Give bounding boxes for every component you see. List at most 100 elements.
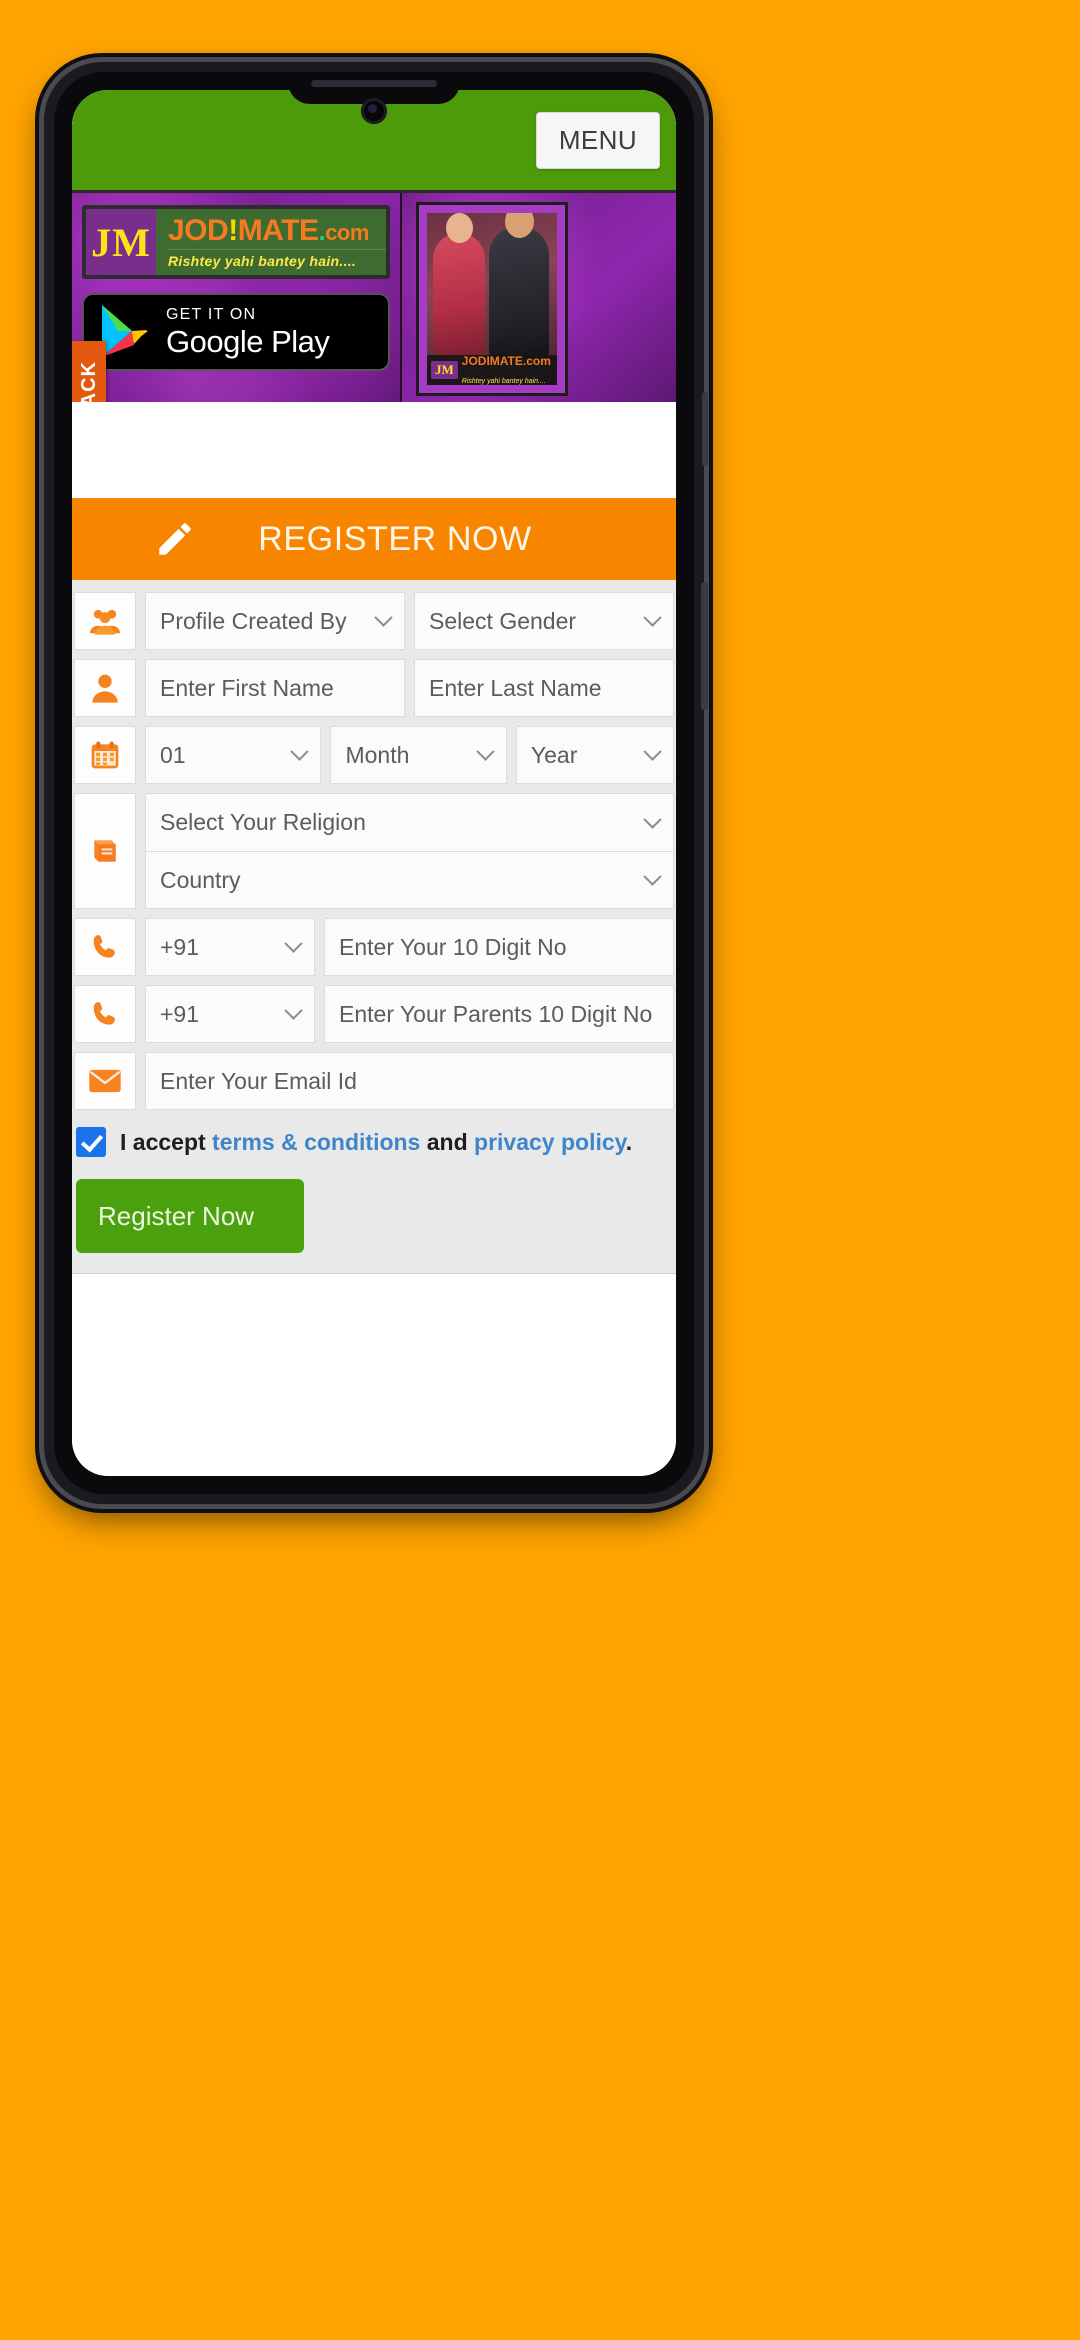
profile-created-by-value: Profile Created By <box>160 607 347 634</box>
chevron-down-icon <box>643 608 662 627</box>
calendar-icon <box>74 726 136 784</box>
phone-icon <box>74 985 136 1043</box>
form-row-parent-phone: +91 Enter Your Parents 10 Digit No <box>72 985 676 1052</box>
power-button[interactable] <box>701 582 708 710</box>
person-icon <box>74 659 136 717</box>
book-icon <box>74 793 136 909</box>
form-row-phone: +91 Enter Your 10 Digit No <box>72 918 676 985</box>
content-spacer <box>72 402 676 498</box>
bride-figure <box>433 213 485 355</box>
terms-conjunction: and <box>426 1128 468 1155</box>
logo-wordmark: JOD!MATE.com <box>168 213 386 247</box>
front-camera <box>361 98 387 124</box>
form-row-name: Enter First Name Enter Last Name <box>72 659 676 726</box>
feedback-tab-label: FEEDBACK <box>78 361 101 402</box>
google-play-bottom-line: Google Play <box>166 324 330 359</box>
privacy-policy-link[interactable]: privacy policy <box>474 1129 626 1155</box>
chevron-down-icon <box>290 742 310 761</box>
logo-tagline: Rishtey yahi bantey hain.... <box>168 248 386 269</box>
terms-conditions-link[interactable]: terms & conditions <box>212 1129 420 1155</box>
dob-day-select[interactable]: 01 <box>145 726 322 784</box>
terms-suffix: . <box>625 1128 633 1155</box>
phone-country-code-select[interactable]: +91 <box>145 918 315 976</box>
chevron-down-icon <box>374 608 393 627</box>
logo-name-bang: ! <box>228 213 238 247</box>
earpiece-speaker <box>311 80 437 87</box>
parent-phone-country-code-value: +91 <box>160 1000 200 1027</box>
chevron-down-icon <box>643 867 662 886</box>
feedback-tab[interactable]: FEEDBACK <box>72 341 106 402</box>
logo-name-part1: JOD <box>168 213 229 247</box>
chevron-down-icon <box>643 742 662 761</box>
terms-acceptance-row: I accept terms & conditions and privacy … <box>72 1119 676 1157</box>
religion-value: Select Your Religion <box>160 809 366 835</box>
email-input[interactable]: Enter Your Email Id <box>145 1052 674 1110</box>
email-placeholder: Enter Your Email Id <box>160 1067 357 1094</box>
couple-photo-card: JM JODIMATE.com Rishtey yahi bantey hain… <box>416 202 568 396</box>
promo-banner: JM JOD!MATE.com Rishtey yahi bantey hain… <box>72 190 676 402</box>
menu-button[interactable]: MENU <box>535 112 660 169</box>
terms-checkbox[interactable] <box>76 1127 106 1157</box>
profile-created-by-select[interactable]: Profile Created By <box>145 592 405 650</box>
dob-month-value: Month <box>345 741 410 768</box>
photo-badge-tagline: Rishtey yahi bantey hain.... <box>461 378 546 385</box>
dob-year-value: Year <box>530 741 578 768</box>
form-row-email: Enter Your Email Id <box>72 1052 676 1119</box>
chevron-down-icon <box>643 809 662 829</box>
first-name-placeholder: Enter First Name <box>160 674 334 701</box>
google-play-text: GET IT ON Google Play <box>166 306 330 359</box>
religion-select[interactable]: Select Your Religion <box>145 793 674 851</box>
pencil-icon <box>154 518 196 560</box>
first-name-input[interactable]: Enter First Name <box>145 659 405 717</box>
google-play-badge[interactable]: GET IT ON Google Play <box>82 293 390 371</box>
registration-form: Profile Created By Select Gender Enter F… <box>72 580 676 1273</box>
google-play-top-line: GET IT ON <box>166 306 257 323</box>
groom-figure <box>489 213 549 359</box>
phone-frame: MENU JM JOD!MATE.com Rishtey yahi bantey… <box>44 62 708 1504</box>
form-row-dob: 01 Month Year <box>72 726 676 793</box>
google-play-icon <box>98 303 152 361</box>
volume-button[interactable] <box>702 392 708 466</box>
site-logo[interactable]: JM JOD!MATE.com Rishtey yahi bantey hain… <box>82 205 390 279</box>
couple-photo: JM JODIMATE.com Rishtey yahi bantey hain… <box>427 213 557 385</box>
photo-badge-textblock: JODIMATE.com Rishtey yahi bantey hain...… <box>462 352 551 385</box>
dob-day-value: 01 <box>160 741 186 768</box>
logo-monogram: JM <box>86 209 156 275</box>
logo-name-part2: MATE <box>237 213 319 247</box>
banner-right-panel: JM JODIMATE.com Rishtey yahi bantey hain… <box>402 193 676 402</box>
parent-phone-country-code-select[interactable]: +91 <box>145 985 315 1043</box>
country-value: Country <box>160 866 241 893</box>
photo-badge-name: JODIMATE.com <box>461 354 551 368</box>
chevron-down-icon <box>284 934 303 953</box>
phone-country-code-value: +91 <box>160 933 200 960</box>
religion-country-stack: Select Your Religion Country <box>145 793 674 909</box>
parent-phone-number-input[interactable]: Enter Your Parents 10 Digit No <box>324 985 674 1043</box>
parent-phone-number-placeholder: Enter Your Parents 10 Digit No <box>339 1000 653 1027</box>
terms-text: I accept terms & conditions and privacy … <box>120 1129 632 1156</box>
register-now-banner: REGISTER NOW <box>72 498 676 580</box>
envelope-icon <box>74 1052 136 1110</box>
logo-text-block: JOD!MATE.com Rishtey yahi bantey hain...… <box>156 209 386 275</box>
chevron-down-icon <box>284 1001 303 1020</box>
gender-select[interactable]: Select Gender <box>414 592 674 650</box>
form-row-religion-country: Select Your Religion Country <box>72 793 676 918</box>
webpage: MENU JM JOD!MATE.com Rishtey yahi bantey… <box>72 90 676 1476</box>
last-name-placeholder: Enter Last Name <box>429 674 602 701</box>
dob-year-select[interactable]: Year <box>515 726 674 784</box>
users-icon <box>74 592 136 650</box>
phone-icon <box>74 918 136 976</box>
terms-prefix: I accept <box>120 1128 206 1155</box>
last-name-input[interactable]: Enter Last Name <box>414 659 674 717</box>
photo-badge-monogram: JM <box>431 361 458 379</box>
photo-logo-badge: JM JODIMATE.com Rishtey yahi bantey hain… <box>427 352 557 385</box>
banner-left-panel: JM JOD!MATE.com Rishtey yahi bantey hain… <box>72 193 402 402</box>
dob-month-select[interactable]: Month <box>330 726 507 784</box>
phone-number-input[interactable]: Enter Your 10 Digit No <box>324 918 674 976</box>
logo-name-tld: com <box>325 219 369 245</box>
chevron-down-icon <box>476 742 495 761</box>
country-select[interactable]: Country <box>145 851 674 909</box>
page-footer-spacer <box>72 1273 676 1345</box>
register-submit-button[interactable]: Register Now <box>76 1179 304 1253</box>
gender-value: Select Gender <box>429 607 577 634</box>
phone-bezel: MENU JM JOD!MATE.com Rishtey yahi bantey… <box>54 72 694 1494</box>
